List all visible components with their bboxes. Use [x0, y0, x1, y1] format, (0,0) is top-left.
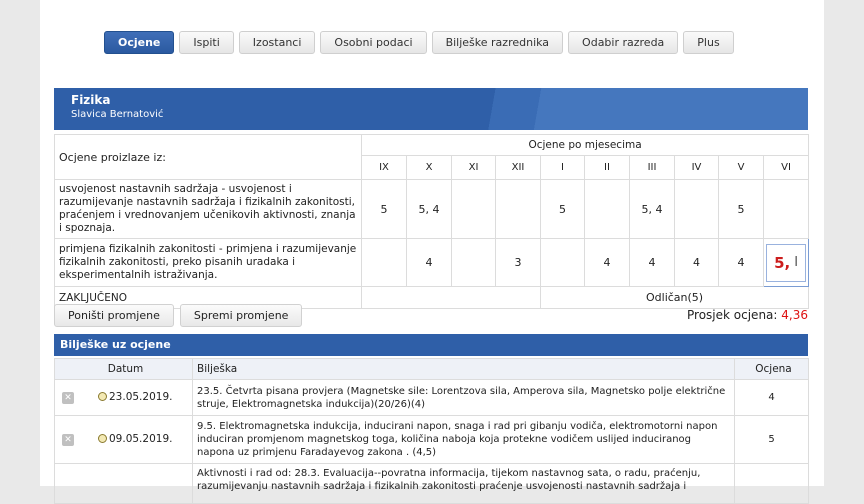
- grade-cell[interactable]: [361, 238, 407, 287]
- save-changes-button[interactable]: Spremi promjene: [179, 304, 303, 327]
- note-grade: 4: [734, 379, 809, 416]
- clock-icon: [98, 434, 107, 443]
- conclusion-empty: [361, 286, 541, 309]
- notes-section-title: Bilješke uz ocjene: [54, 334, 808, 356]
- tab-plus[interactable]: Plus: [683, 31, 734, 54]
- month-header: III: [629, 155, 675, 180]
- grade-cell[interactable]: 5, 4: [629, 179, 675, 239]
- delete-icon[interactable]: ✕: [62, 434, 74, 446]
- teacher-name: Slavica Bernatović: [71, 109, 164, 120]
- grade-average: Prosjek ocjena: 4,36: [687, 308, 808, 322]
- month-header: I: [540, 155, 585, 180]
- grade-cell[interactable]: 4: [406, 238, 452, 287]
- note-date-cell: ✕ 23.05.2019.: [54, 379, 193, 416]
- note-date: 23.05.2019.: [109, 391, 173, 403]
- notes-header-note: Bilješka: [192, 358, 735, 380]
- notes-header-date: Datum: [54, 358, 193, 380]
- grade-cell[interactable]: [451, 238, 496, 287]
- note-text: Aktivnosti i rad od: 28.3. Evaluacija--p…: [192, 463, 735, 504]
- months-header: Ocjene po mjesecima: [360, 134, 810, 156]
- month-header: XI: [451, 155, 496, 180]
- grade-cell[interactable]: 5: [718, 179, 764, 239]
- tab-biljeske-razrednika[interactable]: Bilješke razrednika: [431, 31, 564, 54]
- grade-cell[interactable]: 4: [674, 238, 719, 287]
- month-header: IV: [674, 155, 719, 180]
- grade-cell[interactable]: [674, 179, 719, 239]
- note-grade: [734, 463, 809, 504]
- delete-icon[interactable]: ✕: [62, 392, 74, 404]
- grade-cell[interactable]: 4: [584, 238, 630, 287]
- note-grade: 5: [734, 415, 809, 464]
- note-date: 09.05.2019.: [109, 433, 173, 445]
- average-label: Prosjek ocjena:: [687, 308, 778, 322]
- tab-izostanci[interactable]: Izostanci: [238, 31, 316, 54]
- table-row: Aktivnosti i rad od: 28.3. Evaluacija--p…: [54, 463, 809, 504]
- table-row: ✕ 23.05.2019. 23.5. Četvrta pisana provje…: [54, 379, 809, 416]
- grades-source-label: Ocjene proizlaze iz:: [54, 134, 362, 180]
- cancel-changes-button[interactable]: Poništi promjene: [54, 304, 174, 327]
- month-header: IX: [361, 155, 407, 180]
- grades-table: Ocjene proizlaze iz: Ocjene po mjesecima…: [54, 134, 810, 309]
- grade-cell[interactable]: [762, 179, 810, 239]
- tab-osobni-podaci[interactable]: Osobni podaci: [320, 31, 427, 54]
- month-header: XII: [495, 155, 541, 180]
- action-buttons: Poništi promjene Spremi promjene: [54, 304, 303, 327]
- average-value: 4,36: [781, 308, 808, 322]
- subject-header: Fizika Slavica Bernatović: [54, 88, 808, 130]
- grade-cell[interactable]: 5: [361, 179, 407, 239]
- grade-cell[interactable]: 4: [629, 238, 675, 287]
- subject-name: Fizika: [71, 93, 111, 107]
- grade-cell[interactable]: [584, 179, 630, 239]
- text-cursor-icon: I: [794, 255, 799, 270]
- table-row: ✕ 09.05.2019. 9.5. Elektromagnetska induk…: [54, 415, 809, 464]
- month-header: VI: [762, 155, 810, 180]
- grade-cell[interactable]: 4: [718, 238, 764, 287]
- grade-edit-cell[interactable]: 5, I: [762, 238, 810, 287]
- tab-ispiti[interactable]: Ispiti: [179, 31, 234, 54]
- grade-cell[interactable]: 3: [495, 238, 541, 287]
- month-header: V: [718, 155, 764, 180]
- grade-cell[interactable]: 5: [540, 179, 585, 239]
- notes-table: Datum Bilješka Ocjena ✕ 23.05.2019. 23.5.…: [54, 358, 809, 504]
- final-grade: Odličan(5): [539, 286, 810, 309]
- grade-input-value: 5,: [774, 253, 791, 272]
- grade-cell[interactable]: [495, 179, 541, 239]
- tab-bar: Ocjene Ispiti Izostanci Osobni podaci Bi…: [104, 31, 734, 54]
- note-text: 23.5. Četvrta pisana provjera (Magnetske…: [192, 379, 735, 416]
- note-date-cell: ✕ 09.05.2019.: [54, 415, 193, 464]
- note-text: 9.5. Elektromagnetska indukcija, inducir…: [192, 415, 735, 464]
- grade-cell[interactable]: 5, 4: [406, 179, 452, 239]
- notes-header-grade: Ocjena: [734, 358, 809, 380]
- grade-cell[interactable]: [451, 179, 496, 239]
- tab-ocjene[interactable]: Ocjene: [104, 31, 175, 54]
- clock-icon: [98, 392, 107, 401]
- month-header: X: [406, 155, 452, 180]
- grade-input[interactable]: 5, I: [766, 243, 807, 282]
- criterion-label: usvojenost nastavnih sadržaja - usvojeno…: [54, 179, 362, 239]
- tab-odabir-razreda[interactable]: Odabir razreda: [568, 31, 679, 54]
- note-date-cell: [54, 463, 193, 504]
- grade-cell[interactable]: [540, 238, 585, 287]
- criterion-label: primjena fizikalnih zakonitosti - primje…: [54, 238, 362, 287]
- month-header: II: [584, 155, 630, 180]
- page: Ocjene Ispiti Izostanci Osobni podaci Bi…: [40, 0, 824, 504]
